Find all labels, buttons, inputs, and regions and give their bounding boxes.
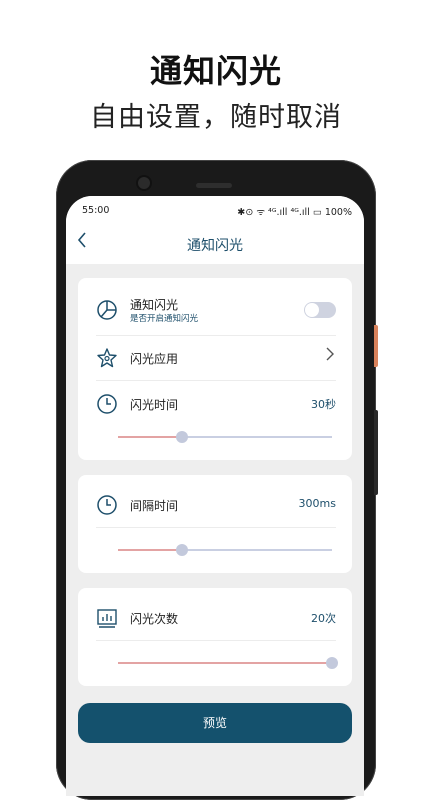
slider-fill [118,549,183,551]
toggle-knob [305,303,319,317]
slider-thumb[interactable] [176,544,189,556]
chevron-right-icon [326,346,334,365]
flash-time-slider[interactable] [118,431,332,443]
notify-flash-label: 通知闪光 [130,298,179,312]
flash-app-row[interactable]: 闪光应用 [96,336,336,380]
status-indicators: ✱⊙ ᯤ ⁴ᴳ.ıll ⁴ᴳ.ıll ▭ 100% [237,207,352,218]
count-card: 闪光次数 20次 [78,588,352,686]
divider [96,380,336,381]
count-value: 20次 [311,612,336,625]
flash-app-label: 闪光应用 [130,352,179,366]
pie-chart-icon [96,299,118,321]
count-row: 闪光次数 20次 [96,596,336,640]
clock-icon [96,494,118,516]
count-label: 闪光次数 [130,612,179,626]
status-time: 55:00 [82,205,110,216]
volume-button [374,410,378,495]
notify-flash-toggle[interactable] [304,302,336,318]
slider-fill [118,436,183,438]
promo-subtitle: 自由设置，随时取消 [90,102,342,133]
camera-icon [138,177,150,189]
flash-time-value: 30秒 [311,398,336,411]
divider [96,527,336,528]
speaker-grille [196,183,232,188]
flash-time-row: 闪光时间 30秒 [96,382,336,426]
divider [96,640,336,641]
status-bar: 55:00 ✱⊙ ᯤ ⁴ᴳ.ıll ⁴ᴳ.ıll ▭ 100% [66,196,364,224]
app-bar: 通知闪光 [66,224,364,264]
phone-screen: 55:00 ✱⊙ ᯤ ⁴ᴳ.ıll ⁴ᴳ.ıll ▭ 100% 通知闪光 通知闪… [66,196,364,796]
slider-thumb[interactable] [326,657,338,669]
notify-flash-sublabel: 是否开启通知闪光 [130,314,199,324]
clock-icon [96,393,118,415]
flash-settings-card: 通知闪光 是否开启通知闪光 闪光应用 闪光时间 30秒 [78,278,352,460]
preview-button[interactable]: 预览 [78,703,352,743]
flash-time-label: 闪光时间 [130,398,179,412]
count-slider[interactable] [118,657,338,669]
star-icon [96,347,118,369]
slider-fill [118,662,332,664]
bar-chart-icon [96,607,118,629]
interval-row: 间隔时间 300ms [96,483,336,527]
notify-flash-row: 通知闪光 是否开启通知闪光 [96,288,336,332]
power-button [374,325,378,367]
interval-value: 300ms [298,497,336,510]
interval-card: 间隔时间 300ms [78,475,352,573]
interval-slider[interactable] [118,544,332,556]
slider-thumb[interactable] [176,431,189,443]
page-title: 通知闪光 [187,238,243,254]
promo-title: 通知闪光 [149,52,282,90]
interval-label: 间隔时间 [130,499,179,513]
